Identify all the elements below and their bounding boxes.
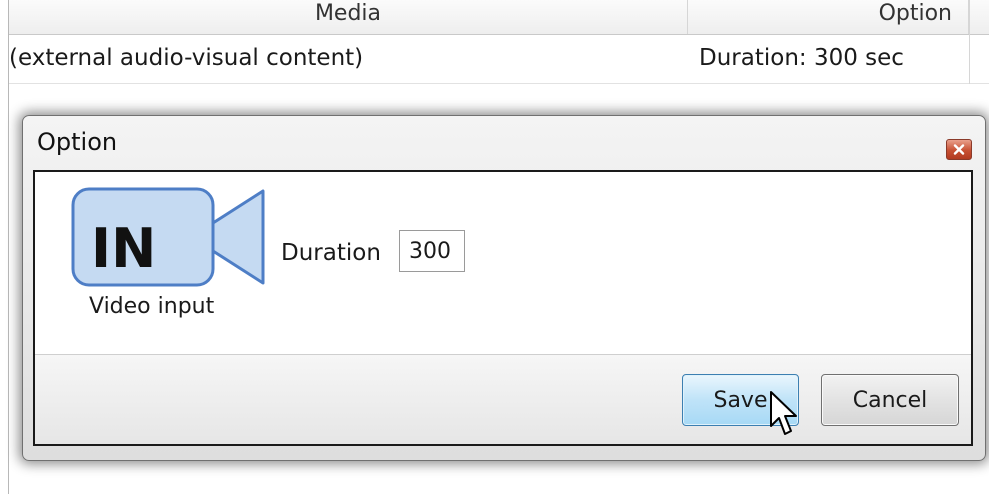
media-cell: (external audio-visual content) bbox=[9, 45, 364, 71]
column-header-media[interactable]: Media bbox=[9, 0, 688, 34]
duration-input[interactable] bbox=[399, 230, 465, 272]
table-header: Media Option bbox=[9, 0, 989, 35]
duration-label: Duration bbox=[281, 240, 381, 266]
dialog-footer: Save Cancel bbox=[35, 355, 971, 444]
column-header-option[interactable]: Option bbox=[687, 0, 969, 34]
table-row[interactable]: (external audio-visual content) Duration… bbox=[9, 35, 989, 84]
camera-badge-text: IN bbox=[91, 217, 156, 280]
dialog-content: IN Video input Duration bbox=[35, 172, 971, 355]
dialog-body: IN Video input Duration Save Cancel bbox=[33, 170, 973, 446]
close-icon bbox=[953, 144, 965, 155]
dialog-title: Option bbox=[37, 128, 118, 156]
option-cell: Duration: 300 sec bbox=[699, 45, 904, 71]
video-camera-icon: IN bbox=[71, 187, 265, 287]
cancel-button[interactable]: Cancel bbox=[821, 374, 959, 426]
close-button[interactable] bbox=[946, 139, 972, 160]
save-button[interactable]: Save bbox=[682, 374, 799, 426]
video-input-label: Video input bbox=[89, 294, 215, 319]
dialog-titlebar[interactable]: Option bbox=[23, 116, 985, 170]
column-divider bbox=[969, 0, 970, 84]
page: Media Option (external audio-visual cont… bbox=[0, 0, 989, 494]
option-dialog: Option IN Video input Duration Save bbox=[22, 115, 986, 461]
